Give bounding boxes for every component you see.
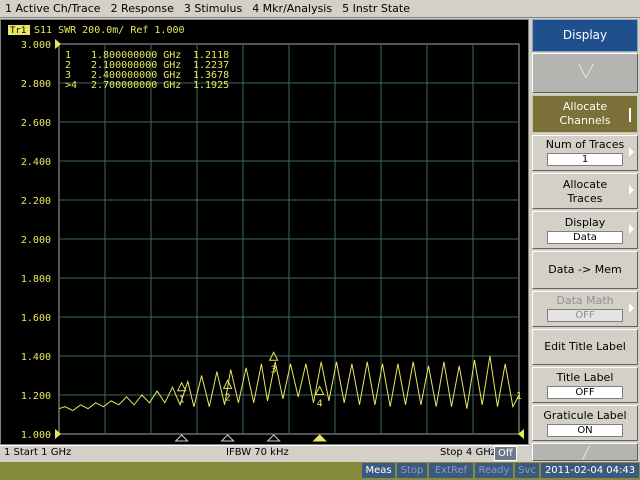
menu-bar: 1 Active Ch/Trace 2 Response 3 Stimulus … — [0, 0, 640, 18]
marker-label: 1 — [179, 395, 185, 406]
status-meas: Meas — [362, 463, 395, 478]
status-datetime: 2011-02-04 04:43 — [541, 463, 639, 478]
marker-table-label: >4 — [65, 80, 77, 91]
ref-level-left-arrow — [55, 429, 61, 439]
softkey-title-label[interactable]: Title Label OFF — [532, 367, 638, 403]
status-svc: Svc — [515, 463, 539, 478]
trace-header: S11 SWR 200.0m/ Ref 1.000 — [34, 25, 185, 36]
status-ready: Ready — [475, 463, 513, 478]
stop-frequency[interactable]: Stop 4 GHz — [440, 447, 496, 458]
trace-window[interactable]: 3.000 2.800 2.600 2.400 2.200 2.000 1.800 1.600… — [0, 19, 529, 445]
menu-active-ch-trace[interactable]: 1 Active Ch/Trace — [0, 0, 106, 18]
marker-label: 2 — [225, 392, 231, 403]
status-extref: ExtRef — [429, 463, 473, 478]
trace-tag: Tr1 — [10, 26, 26, 36]
marker-position-arrow — [220, 434, 235, 442]
softkey-value: OFF — [547, 309, 623, 322]
softkey-label: Title Label — [556, 371, 614, 384]
trace-end-label: 1 — [516, 391, 522, 402]
y-tick-label: 2.800 — [21, 79, 51, 90]
instrument-status-bar: Meas Stop ExtRef Ready Svc 2011-02-04 04… — [0, 462, 640, 480]
marker-triangle — [176, 381, 187, 392]
marker-table-value: 1.1925 — [193, 80, 229, 91]
menu-response[interactable]: 2 Response — [106, 0, 179, 18]
power-off-indicator: Off — [494, 446, 517, 461]
marker-position-arrow — [174, 434, 189, 442]
cursor-icon — [629, 108, 631, 122]
marker-table-freq: 2.700000000 GHz — [91, 80, 181, 91]
softkey-menu-title[interactable]: Display — [532, 19, 638, 52]
softkey-panel: Display ╲╱ Allocate Channels Num of Trac… — [530, 19, 640, 462]
softkey-label: Allocate — [562, 100, 608, 113]
softkey-num-of-traces[interactable]: Num of Traces 1 — [532, 135, 638, 171]
chevron-right-icon — [629, 224, 634, 234]
chevron-right-icon — [629, 185, 634, 195]
y-tick-label: 1.600 — [21, 313, 51, 324]
softkey-label: Traces — [567, 192, 603, 205]
chevron-up-icon: ╲╱ — [578, 64, 594, 78]
softkey-label: Display — [564, 216, 606, 229]
chevron-right-icon — [629, 303, 634, 313]
softkey-allocate-channels[interactable]: Allocate Channels — [532, 95, 638, 133]
softkey-label: Data Math — [556, 294, 614, 307]
channel-status-bar: 1 Start 1 GHz IFBW 70 kHz Stop 4 GHz Off — [0, 445, 529, 461]
y-tick-label: 3.000 — [21, 40, 51, 51]
softkey-data-to-mem[interactable]: Data -> Mem — [532, 251, 638, 289]
marker-position-arrow — [266, 434, 281, 442]
marker-position-arrow — [312, 434, 327, 442]
y-tick-label: 2.600 — [21, 118, 51, 129]
y-tick-label: 2.400 — [21, 157, 51, 168]
if-bandwidth[interactable]: IFBW 70 kHz — [226, 447, 289, 458]
top-left-arrow — [55, 39, 61, 49]
status-stop: Stop — [397, 463, 427, 478]
softkey-scroll-down[interactable]: ╱ — [532, 443, 638, 461]
menu-instr-state[interactable]: 5 Instr State — [337, 0, 415, 18]
softkey-label: Num of Traces — [545, 138, 625, 151]
menu-mkr-analysis[interactable]: 4 Mkr/Analysis — [247, 0, 337, 18]
y-tick-label: 1.200 — [21, 391, 51, 402]
marker-label: 4 — [317, 398, 323, 409]
softkey-graticule-label[interactable]: Graticule Label ON — [532, 405, 638, 441]
y-tick-label: 2.200 — [21, 196, 51, 207]
softkey-scroll-up[interactable]: ╲╱ — [532, 53, 638, 93]
softkey-value: Data — [547, 231, 623, 244]
menu-stimulus[interactable]: 3 Stimulus — [179, 0, 247, 18]
softkey-label: Graticule Label — [543, 409, 627, 422]
softkey-display[interactable]: Display Data — [532, 211, 638, 249]
y-tick-label: 2.000 — [21, 235, 51, 246]
softkey-value: ON — [547, 424, 623, 437]
softkey-data-math[interactable]: Data Math OFF — [532, 291, 638, 327]
y-tick-label: 1.000 — [21, 430, 51, 441]
softkey-value: 1 — [547, 153, 623, 166]
marker-triangle — [314, 385, 325, 395]
softkey-allocate-traces[interactable]: Allocate Traces — [532, 173, 638, 209]
softkey-label: Allocate — [562, 178, 608, 191]
y-tick-label: 1.800 — [21, 274, 51, 285]
softkey-edit-title-label[interactable]: Edit Title Label — [532, 329, 638, 365]
marker-label: 3 — [271, 364, 277, 375]
chevron-down-icon: ╱ — [582, 446, 590, 460]
softkey-label: Channels — [559, 114, 611, 127]
swr-chart: 3.000 2.800 2.600 2.400 2.200 2.000 1.800 1.600… — [8, 25, 524, 442]
softkey-value: OFF — [547, 386, 623, 399]
chevron-right-icon — [629, 147, 634, 157]
start-frequency[interactable]: 1 Start 1 GHz — [4, 447, 71, 458]
y-tick-label: 1.400 — [21, 352, 51, 363]
